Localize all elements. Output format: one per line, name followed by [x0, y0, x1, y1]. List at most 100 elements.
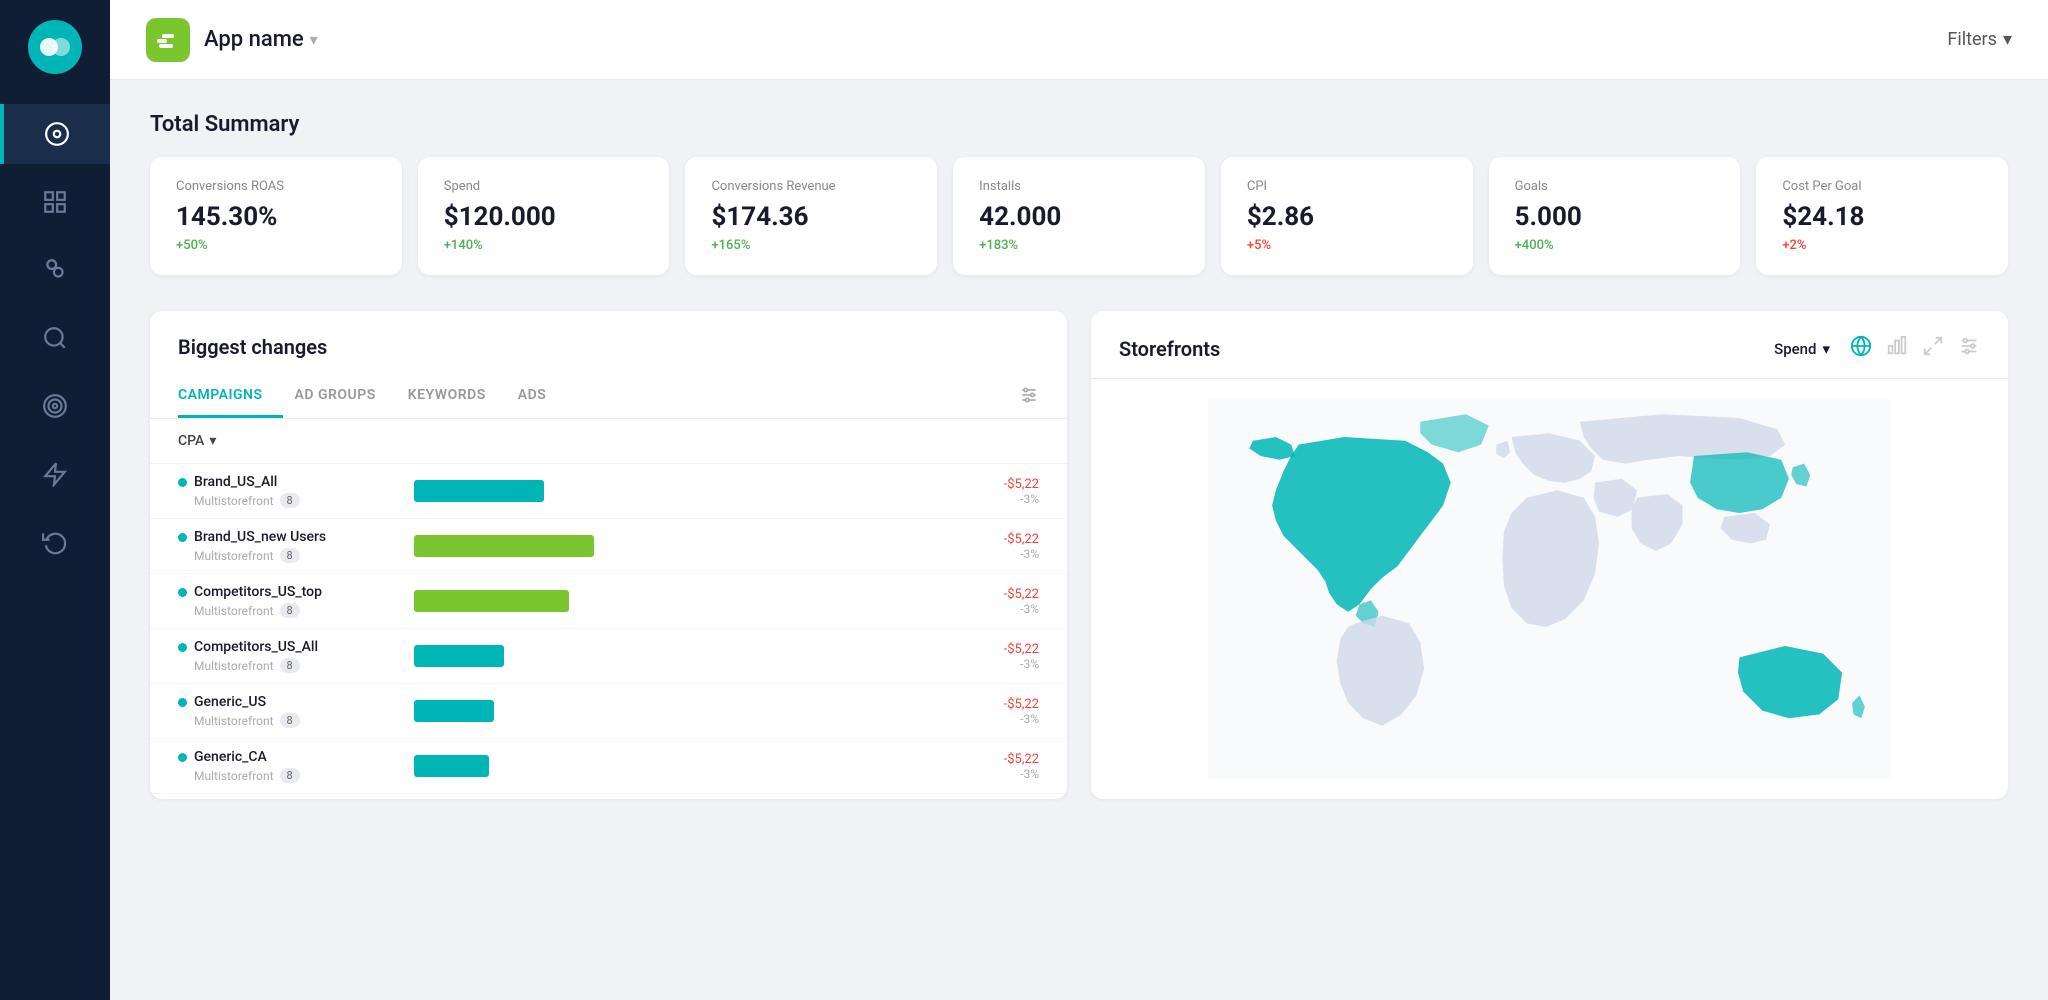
status-dot [178, 478, 187, 487]
campaign-values: -$5,22 -3% [959, 587, 1039, 616]
campaign-name: Competitors_US_All [178, 639, 398, 655]
tab-ad-groups[interactable]: AD GROUPS [295, 375, 396, 418]
campaign-name: Competitors_US_top [178, 584, 398, 600]
card-value: 5.000 [1515, 202, 1715, 232]
card-value: $24.18 [1782, 202, 1982, 232]
card-change: +183% [979, 238, 1179, 253]
table-row[interactable]: Brand_US_All Multistorefront 8 -$5,22 -3… [150, 464, 1067, 519]
card-change: +50% [176, 238, 376, 253]
card-change: +400% [1515, 238, 1715, 253]
campaign-info: Brand_US_new Users Multistorefront 8 [178, 529, 398, 563]
total-summary-section: Total Summary Conversions ROAS 145.30% +… [150, 112, 2008, 275]
tab-campaigns[interactable]: CAMPAIGNS [178, 375, 283, 418]
biggest-changes-title: Biggest changes [150, 311, 1067, 375]
campaign-bar [414, 700, 494, 722]
card-label: Goals [1515, 179, 1715, 194]
storefronts-header: Storefronts Spend ▾ [1091, 311, 2008, 379]
expand-icon[interactable] [1922, 335, 1944, 362]
campaign-pct: -3% [959, 492, 1039, 506]
storefronts-title: Storefronts [1119, 337, 1220, 361]
map-settings-icon[interactable] [1958, 335, 1980, 362]
sidebar-item-search[interactable] [0, 308, 110, 368]
campaign-bar [414, 535, 594, 557]
app-name-chevron-icon: ▾ [310, 30, 318, 49]
campaign-values: -$5,22 -3% [959, 752, 1039, 781]
campaign-pct: -3% [959, 547, 1039, 561]
campaign-sub: Multistorefront 8 [178, 713, 398, 728]
campaign-value: -$5,22 [959, 752, 1039, 767]
app-name-selector[interactable]: App name ▾ [204, 27, 318, 52]
world-map-svg [1111, 399, 1988, 779]
table-row[interactable]: Generic_CA Multistorefront 8 -$5,22 -3% [150, 739, 1067, 794]
world-map [1091, 379, 2008, 799]
tab-keywords[interactable]: KEYWORDS [408, 375, 506, 418]
bar-container [398, 755, 959, 777]
card-value: 145.30% [176, 202, 376, 232]
campaign-value: -$5,22 [959, 532, 1039, 547]
card-change: +5% [1247, 238, 1447, 253]
campaign-values: -$5,22 -3% [959, 477, 1039, 506]
app-icon [146, 18, 190, 62]
filters-button[interactable]: Filters ▾ [1947, 29, 2012, 50]
cpa-filter-label: CPA [178, 433, 204, 449]
header: App name ▾ Filters ▾ [110, 0, 2048, 80]
status-dot [178, 533, 187, 542]
sidebar-item-grid[interactable] [0, 172, 110, 232]
storefronts-panel: Storefronts Spend ▾ [1091, 311, 2008, 799]
campaign-pct: -3% [959, 767, 1039, 781]
status-dot [178, 753, 187, 762]
summary-card-installs: Installs 42.000 +183% [953, 157, 1205, 275]
sidebar-item-dashboard[interactable] [0, 104, 110, 164]
card-value: 42.000 [979, 202, 1179, 232]
campaign-value: -$5,22 [959, 477, 1039, 492]
campaign-pct: -3% [959, 602, 1039, 616]
summary-cards-container: Conversions ROAS 145.30% +50% Spend $120… [150, 157, 2008, 275]
sidebar-item-goals[interactable] [0, 376, 110, 436]
campaign-bar [414, 590, 569, 612]
table-row[interactable]: Generic_US Multistorefront 8 -$5,22 -3% [150, 684, 1067, 739]
spend-dropdown[interactable]: Spend ▾ [1774, 340, 1830, 358]
campaign-sub: Multistorefront 8 [178, 768, 398, 783]
campaign-info: Generic_US Multistorefront 8 [178, 694, 398, 728]
cpa-filter[interactable]: CPA ▾ [150, 419, 1067, 464]
summary-card-conversions-roas: Conversions ROAS 145.30% +50% [150, 157, 402, 275]
campaign-badge: 8 [280, 658, 300, 673]
card-label: Conversions ROAS [176, 179, 376, 194]
campaign-bar [414, 755, 489, 777]
campaign-badge: 8 [280, 493, 300, 508]
sidebar-navigation [0, 104, 110, 572]
campaign-rows-container: Brand_US_All Multistorefront 8 -$5,22 -3… [150, 464, 1067, 794]
bar-container [398, 590, 959, 612]
card-change: +140% [444, 238, 644, 253]
campaign-bar [414, 645, 504, 667]
spend-chevron-icon: ▾ [1822, 340, 1830, 358]
bar-chart-icon[interactable] [1886, 335, 1908, 362]
table-row[interactable]: Competitors_US_top Multistorefront 8 -$5… [150, 574, 1067, 629]
sidebar-item-lightning[interactable] [0, 444, 110, 504]
campaign-pct: -3% [959, 712, 1039, 726]
summary-card-goals: Goals 5.000 +400% [1489, 157, 1741, 275]
campaign-name: Brand_US_new Users [178, 529, 398, 545]
tab-settings-icon[interactable] [999, 385, 1039, 409]
globe-icon[interactable] [1850, 335, 1872, 362]
tab-ads[interactable]: ADS [518, 375, 567, 418]
sidebar-item-history[interactable] [0, 512, 110, 572]
table-row[interactable]: Brand_US_new Users Multistorefront 8 -$5… [150, 519, 1067, 574]
table-row[interactable]: Competitors_US_All Multistorefront 8 -$5… [150, 629, 1067, 684]
card-label: CPI [1247, 179, 1447, 194]
main-content: App name ▾ Filters ▾ Total Summary Conve… [110, 0, 2048, 1000]
campaign-bar [414, 480, 544, 502]
sidebar-logo[interactable] [28, 20, 82, 74]
campaign-values: -$5,22 -3% [959, 642, 1039, 671]
cpa-chevron-icon: ▾ [209, 433, 216, 449]
spend-label: Spend [1774, 340, 1816, 358]
card-label: Cost Per Goal [1782, 179, 1982, 194]
bar-container [398, 480, 959, 502]
header-left: App name ▾ [146, 18, 318, 62]
campaign-badge: 8 [280, 713, 300, 728]
storefront-view-icons [1850, 335, 1980, 362]
status-dot [178, 698, 187, 707]
campaign-value: -$5,22 [959, 642, 1039, 657]
sidebar-item-segments[interactable] [0, 240, 110, 300]
bar-container [398, 535, 959, 557]
